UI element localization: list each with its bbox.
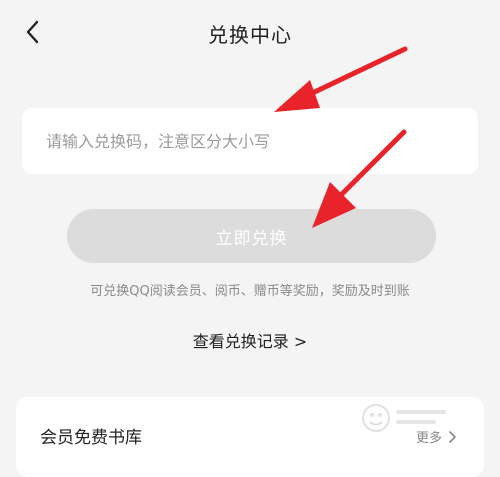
page-title: 兑换中心 [208, 23, 292, 47]
redeem-history-link[interactable]: 查看兑换记录 > [0, 328, 500, 352]
card-title: 会员免费书库 [40, 428, 142, 448]
watermark-logo [362, 404, 446, 432]
redeem-button[interactable]: 立即兑换 [67, 209, 436, 263]
redeem-code-field[interactable] [22, 108, 478, 174]
redeem-hint-text: 可兑换QQ阅读会员、阅币、赠币等奖励，奖励及时到账 [90, 284, 410, 299]
redeem-code-input[interactable] [22, 108, 478, 174]
